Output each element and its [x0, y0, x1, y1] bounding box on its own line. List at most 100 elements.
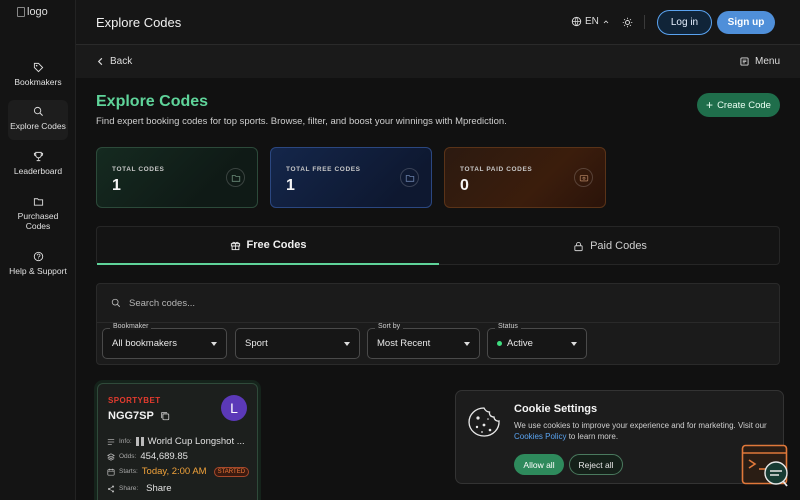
stat-value: 1	[286, 177, 295, 194]
caret-down-icon	[344, 342, 350, 346]
code-card[interactable]: SPORTYBET NGG7SP L Info: World Cup Longs…	[97, 383, 258, 500]
info-value: World Cup Longshot ...	[147, 436, 245, 447]
share-key: Share:	[119, 485, 139, 492]
menu-button[interactable]: Menu	[740, 56, 780, 67]
page-subtitle: Find expert booking codes for top sports…	[96, 116, 507, 127]
code-type-tabs: Free Codes Paid Codes	[96, 226, 780, 265]
cookie-text: We use cookies to improve your experienc…	[514, 421, 776, 442]
theme-toggle-sun-icon[interactable]	[622, 17, 633, 28]
bookmaker-select[interactable]: Bookmaker All bookmakers	[102, 323, 227, 359]
info-key: Info:	[119, 438, 132, 445]
cookies-policy-link[interactable]: Cookies Policy	[514, 432, 566, 441]
sidebar-item-help-support[interactable]: Help & Support	[8, 251, 68, 285]
status-dot	[497, 341, 502, 346]
stat-value: 0	[460, 177, 469, 194]
back-label: Back	[110, 56, 133, 67]
page-title: Explore Codes	[96, 93, 209, 110]
stat-card-total-codes: TOTAL CODES 1	[96, 147, 258, 208]
select-legend: Bookmaker	[110, 323, 152, 330]
create-code-button[interactable]: + Create Code	[697, 93, 780, 117]
select-legend: Sort by	[375, 323, 404, 330]
folder-icon	[231, 174, 240, 182]
layers-icon	[107, 452, 115, 461]
caret-down-icon	[571, 342, 577, 346]
stat-icon	[226, 168, 245, 187]
header-title: Explore Codes	[96, 15, 182, 30]
starts-value: Today, 2:00 AM	[141, 466, 207, 477]
caret-down-icon	[211, 342, 217, 346]
search-input[interactable]: Search codes...	[97, 284, 779, 323]
search-placeholder: Search codes...	[129, 297, 196, 309]
language-label: EN	[585, 16, 599, 27]
folder-icon	[33, 198, 43, 206]
share-icon	[107, 485, 115, 492]
select-value: Active	[507, 338, 533, 349]
header-divider	[644, 15, 645, 29]
stat-icon	[400, 168, 419, 187]
stat-card-total-free-codes: TOTAL FREE CODES 1	[270, 147, 432, 208]
sidebar: logo Bookmakers Explore Codes Leaderboar…	[0, 0, 76, 500]
select-legend: Status	[495, 323, 521, 330]
sidebar-item-bookmakers[interactable]: Bookmakers	[8, 60, 68, 94]
sidebar-item-explore-codes[interactable]: Explore Codes	[8, 100, 68, 140]
cookie-icon	[468, 407, 500, 437]
filter-panel: Search codes... Bookmaker All bookmakers…	[96, 283, 780, 365]
stat-label: TOTAL PAID CODES	[460, 166, 533, 173]
avatar[interactable]: L	[221, 395, 247, 421]
booking-code-text: NGG7SP	[108, 410, 154, 422]
chevron-up-icon	[603, 19, 609, 23]
sidebar-item-label: Leaderboard	[13, 166, 63, 176]
help-icon	[33, 251, 43, 262]
menu-icon	[740, 57, 749, 66]
folder-open-icon	[405, 174, 414, 182]
tab-label: Paid Codes	[590, 240, 647, 252]
search-icon	[33, 106, 43, 116]
stat-icon	[574, 168, 593, 187]
card-info-row: Info: World Cup Longshot ...	[107, 436, 245, 447]
sidebar-item-leaderboard[interactable]: Leaderboard	[8, 151, 68, 185]
stat-label: TOTAL FREE CODES	[286, 166, 361, 173]
started-badge: STARTED	[213, 466, 250, 477]
sport-select[interactable]: Sport	[235, 328, 360, 359]
tag-icon	[33, 62, 43, 73]
reject-all-button[interactable]: Reject all	[569, 454, 623, 475]
cookie-text-body: We use cookies to improve your experienc…	[514, 421, 767, 430]
top-header: Explore Codes EN Log in Sign up	[76, 0, 800, 45]
bookmaker-name: SPORTYBET	[108, 396, 161, 405]
wallet-icon	[579, 174, 588, 181]
allow-all-button[interactable]: Allow all	[514, 454, 564, 475]
select-value: Sport	[245, 338, 268, 349]
support-chat-icon[interactable]	[741, 444, 791, 488]
search-icon	[111, 298, 121, 308]
plus-icon: +	[706, 98, 714, 112]
chevron-left-icon	[97, 57, 103, 66]
share-link[interactable]: Share	[146, 483, 171, 494]
back-button[interactable]: Back	[96, 56, 132, 67]
copy-icon[interactable]	[160, 411, 170, 421]
sub-navigation-bar: Back Menu	[76, 45, 800, 78]
sort-select[interactable]: Sort by Most Recent	[367, 323, 480, 359]
tab-free-codes[interactable]: Free Codes	[97, 227, 439, 265]
sidebar-item-label: Purchased Codes	[17, 211, 59, 231]
starts-key: Starts:	[119, 468, 138, 475]
cookie-banner: Cookie Settings We use cookies to improv…	[455, 390, 784, 484]
globe-icon	[571, 16, 582, 27]
language-selector[interactable]: EN	[571, 16, 610, 27]
tab-paid-codes[interactable]: Paid Codes	[439, 227, 781, 265]
lock-icon	[574, 241, 583, 251]
sidebar-item-label: Explore Codes	[10, 121, 66, 131]
odds-key: Odds:	[119, 453, 137, 460]
logo-alt-text: logo	[27, 6, 48, 18]
calendar-icon	[107, 468, 115, 476]
status-select[interactable]: Status Active	[487, 323, 587, 359]
create-code-label: Create Code	[717, 99, 771, 111]
sidebar-item-label: Bookmakers	[14, 77, 62, 87]
caret-down-icon	[464, 342, 470, 346]
signup-button[interactable]: Sign up	[717, 11, 775, 34]
app-root: logo Bookmakers Explore Codes Leaderboar…	[0, 0, 800, 500]
sidebar-item-purchased-codes[interactable]: Purchased Codes	[8, 196, 68, 236]
logo[interactable]: logo	[17, 6, 48, 18]
login-button[interactable]: Log in	[657, 10, 712, 35]
tab-label: Free Codes	[246, 239, 307, 251]
broken-image-icon	[17, 7, 25, 17]
